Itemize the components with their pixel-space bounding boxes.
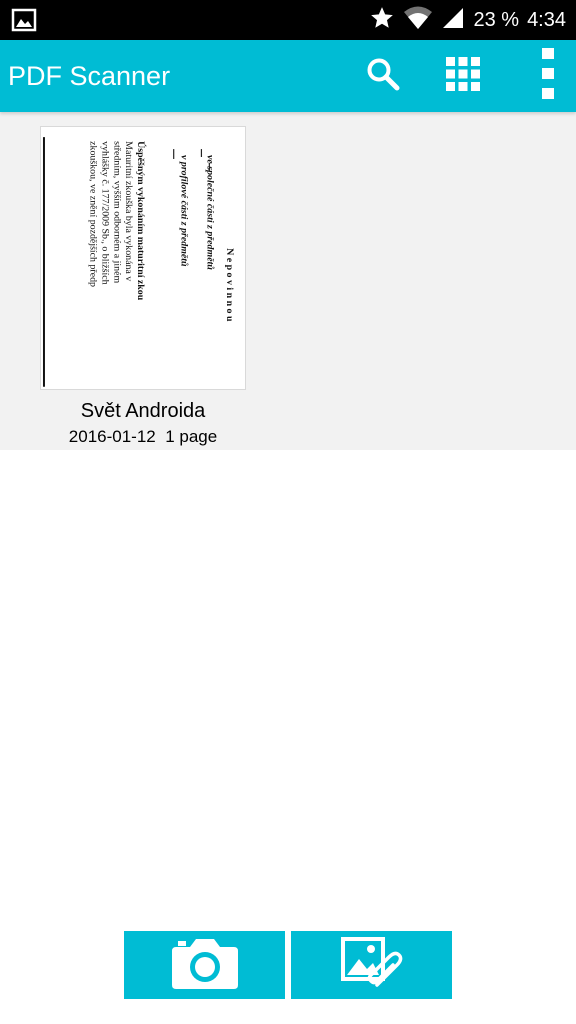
star-icon	[369, 5, 395, 35]
app-title: PDF Scanner	[8, 61, 171, 91]
clock-text: 4:34	[527, 9, 566, 31]
grid-view-icon	[445, 56, 481, 96]
thumb-line-5: Maturitní zkouška byla vykonána v	[123, 141, 134, 281]
thumb-line-8: zkouškou, ve znění pozdějších předp	[88, 141, 99, 287]
camera-button[interactable]	[124, 931, 285, 999]
overflow-menu-button[interactable]	[528, 40, 568, 112]
search-icon	[365, 56, 401, 96]
signal-icon	[441, 6, 465, 34]
document-list: N e p o v i n n o u ve společné části z …	[0, 112, 576, 450]
document-meta: 2016-01-12 1 page	[68, 427, 218, 446]
grid-view-button[interactable]	[436, 40, 490, 112]
document-item[interactable]: N e p o v i n n o u ve společné části z …	[40, 126, 246, 447]
import-image-button[interactable]	[291, 931, 452, 999]
thumb-line-4: Úspěšným vykonáním maturitní zkou	[135, 141, 147, 301]
more-vert-icon	[541, 48, 555, 104]
gallery-attach-icon	[337, 935, 407, 995]
thumb-line-3: v profilové části z předmětů	[179, 155, 190, 267]
bottom-action-bar	[124, 931, 452, 999]
app-bar: PDF Scanner	[0, 40, 576, 112]
thumb-line-1: N e p o v i n n o u	[224, 248, 235, 322]
wifi-icon	[403, 5, 433, 35]
status-bar: 23 % 4:34	[0, 0, 576, 40]
search-button[interactable]	[356, 40, 410, 112]
screen: 23 % 4:34 PDF Scanner N e p o v i n n o …	[0, 0, 576, 1024]
thumb-line-6: středním, vyšším odborném a jiném	[111, 141, 122, 283]
image-notification-icon	[10, 6, 38, 34]
document-title: Svět Androida	[80, 400, 206, 422]
battery-text: 23 %	[473, 9, 520, 31]
document-thumbnail[interactable]: N e p o v i n n o u ve společné části z …	[40, 126, 246, 390]
thumb-line-2: ve společné části z předmětů	[204, 155, 215, 270]
camera-icon	[170, 935, 240, 995]
thumb-line-7: vyhlášky č. 177/2009 Sb., o bližších	[99, 141, 110, 284]
status-right: 23 % 4:34	[369, 0, 566, 40]
scanned-page-preview: N e p o v i n n o u ve společné části z …	[41, 127, 245, 389]
